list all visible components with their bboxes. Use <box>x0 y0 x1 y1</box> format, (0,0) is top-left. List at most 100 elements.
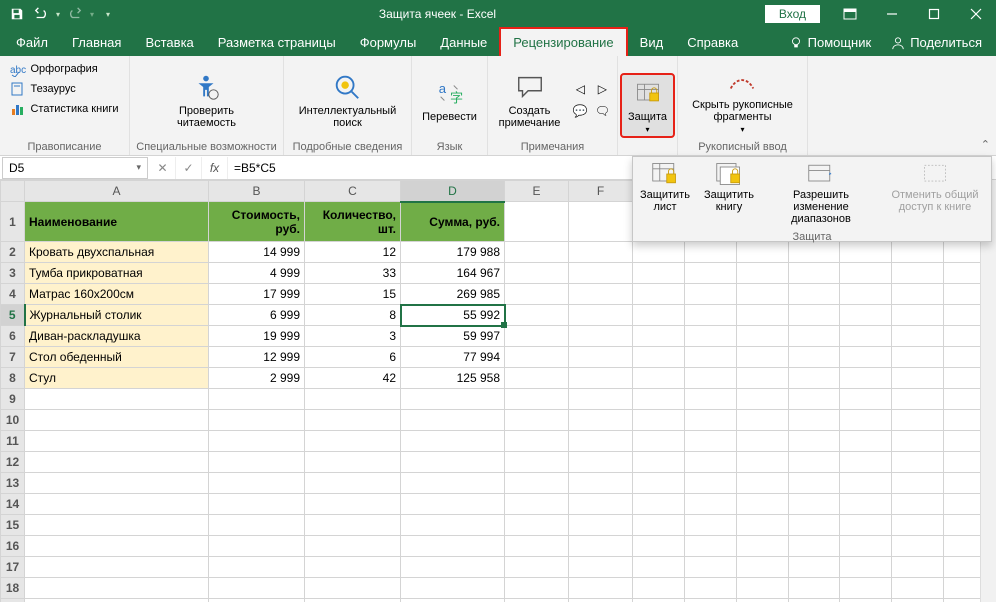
share-button[interactable]: Поделиться <box>881 29 992 56</box>
accept-formula-icon[interactable]: ✓ <box>176 157 202 179</box>
cell-C7[interactable]: 6 <box>305 347 401 368</box>
cell-C3[interactable]: 33 <box>305 263 401 284</box>
cell-B5[interactable]: 6 999 <box>209 305 305 326</box>
cell-B2[interactable]: 14 999 <box>209 242 305 263</box>
cell-D7[interactable]: 77 994 <box>401 347 505 368</box>
col-C[interactable]: C <box>305 181 401 202</box>
allow-edit-ranges-button[interactable]: Разрешить изменение диапазонов <box>761 157 881 229</box>
show-all-comments-icon[interactable]: 🗨 <box>592 101 612 121</box>
cell-A8[interactable]: Стул <box>25 368 209 389</box>
protect-dropdown-button[interactable]: Защита ▾ <box>620 73 675 138</box>
col-F[interactable]: F <box>569 181 633 202</box>
cell-B3[interactable]: 4 999 <box>209 263 305 284</box>
name-box-dropdown-icon[interactable]: ▾ <box>136 162 141 173</box>
redo-icon[interactable] <box>66 5 84 23</box>
maximize-button[interactable] <box>914 0 954 28</box>
tab-review[interactable]: Рецензирование <box>499 27 627 56</box>
row-19[interactable]: 19 <box>1 599 25 603</box>
ribbon-options-icon[interactable] <box>830 0 870 28</box>
undo-dropdown-icon[interactable]: ▾ <box>56 10 60 19</box>
show-comment-icon[interactable]: 💬 <box>570 101 590 121</box>
row-2[interactable]: 2 <box>1 242 25 263</box>
cell-C4[interactable]: 15 <box>305 284 401 305</box>
prev-comment-icon[interactable]: ◁ <box>570 79 590 99</box>
cell-A2[interactable]: Кровать двухспальная <box>25 242 209 263</box>
cell-D6[interactable]: 59 997 <box>401 326 505 347</box>
cell-D8[interactable]: 125 958 <box>401 368 505 389</box>
row-18[interactable]: 18 <box>1 578 25 599</box>
row-13[interactable]: 13 <box>1 473 25 494</box>
name-box[interactable]: D5 ▾ <box>2 157 148 179</box>
workbook-stats-button[interactable]: Статистика книги <box>8 100 120 118</box>
fx-icon[interactable]: fx <box>202 157 228 179</box>
hide-ink-button[interactable]: Скрыть рукописные фрагменты▾ <box>686 63 799 136</box>
cell-C5[interactable]: 8 <box>305 305 401 326</box>
tab-help[interactable]: Справка <box>675 29 750 56</box>
row-12[interactable]: 12 <box>1 452 25 473</box>
translate-button[interactable]: a字 Перевести <box>416 75 483 125</box>
col-E[interactable]: E <box>505 181 569 202</box>
check-accessibility-button[interactable]: Проверить читаемость <box>171 69 242 131</box>
cell-B1[interactable]: Стоимость, руб. <box>209 202 305 242</box>
cell-D1[interactable]: Сумма, руб. <box>401 202 505 242</box>
tab-view[interactable]: Вид <box>628 29 676 56</box>
cell-A7[interactable]: Стол обеденный <box>25 347 209 368</box>
tell-me[interactable]: Помощник <box>779 29 882 56</box>
cell-A5[interactable]: Журнальный столик <box>25 305 209 326</box>
select-all-cell[interactable] <box>1 181 25 202</box>
cell-A1[interactable]: Наименование <box>25 202 209 242</box>
signin-button[interactable]: Вход <box>765 5 820 23</box>
smart-lookup-button[interactable]: Интеллектуальный поиск <box>293 69 402 131</box>
minimize-button[interactable] <box>872 0 912 28</box>
row-11[interactable]: 11 <box>1 431 25 452</box>
tab-pagelayout[interactable]: Разметка страницы <box>206 29 348 56</box>
row-6[interactable]: 6 <box>1 326 25 347</box>
save-icon[interactable] <box>8 5 26 23</box>
tab-insert[interactable]: Вставка <box>133 29 205 56</box>
thesaurus-button[interactable]: Тезаурус <box>8 80 77 98</box>
tab-formulas[interactable]: Формулы <box>348 29 429 56</box>
cell-D4[interactable]: 269 985 <box>401 284 505 305</box>
row-4[interactable]: 4 <box>1 284 25 305</box>
redo-dropdown-icon[interactable]: ▾ <box>90 10 94 19</box>
cell-D2[interactable]: 179 988 <box>401 242 505 263</box>
cell-A6[interactable]: Диван-раскладушка <box>25 326 209 347</box>
cell-A4[interactable]: Матрас 160х200см <box>25 284 209 305</box>
row-17[interactable]: 17 <box>1 557 25 578</box>
spelling-button[interactable]: abcОрфография <box>8 60 99 78</box>
row-9[interactable]: 9 <box>1 389 25 410</box>
row-15[interactable]: 15 <box>1 515 25 536</box>
cell-C2[interactable]: 12 <box>305 242 401 263</box>
cell-D5[interactable]: 55 992 <box>401 305 505 326</box>
col-D[interactable]: D <box>401 181 505 202</box>
tab-file[interactable]: Файл <box>4 29 60 56</box>
row-1[interactable]: 1 <box>1 202 25 242</box>
row-3[interactable]: 3 <box>1 263 25 284</box>
cell-C1[interactable]: Количество, шт. <box>305 202 401 242</box>
row-14[interactable]: 14 <box>1 494 25 515</box>
collapse-ribbon-icon[interactable]: ⌃ <box>981 138 990 151</box>
cancel-formula-icon[interactable]: ✕ <box>150 157 176 179</box>
next-comment-icon[interactable]: ▷ <box>592 79 612 99</box>
cell-B8[interactable]: 2 999 <box>209 368 305 389</box>
row-16[interactable]: 16 <box>1 536 25 557</box>
row-7[interactable]: 7 <box>1 347 25 368</box>
cell-B4[interactable]: 17 999 <box>209 284 305 305</box>
tab-data[interactable]: Данные <box>428 29 499 56</box>
cell-A3[interactable]: Тумба прикроватная <box>25 263 209 284</box>
cell-C6[interactable]: 3 <box>305 326 401 347</box>
tab-home[interactable]: Главная <box>60 29 133 56</box>
new-comment-button[interactable]: Создать примечание <box>493 69 567 131</box>
close-button[interactable] <box>956 0 996 28</box>
cell-B7[interactable]: 12 999 <box>209 347 305 368</box>
cell-C8[interactable]: 42 <box>305 368 401 389</box>
cell-D3[interactable]: 164 967 <box>401 263 505 284</box>
row-8[interactable]: 8 <box>1 368 25 389</box>
col-A[interactable]: A <box>25 181 209 202</box>
undo-icon[interactable] <box>32 5 50 23</box>
protect-sheet-button[interactable]: Защитить лист <box>633 157 697 229</box>
row-5[interactable]: 5 <box>1 305 25 326</box>
row-10[interactable]: 10 <box>1 410 25 431</box>
col-B[interactable]: B <box>209 181 305 202</box>
cell-B6[interactable]: 19 999 <box>209 326 305 347</box>
